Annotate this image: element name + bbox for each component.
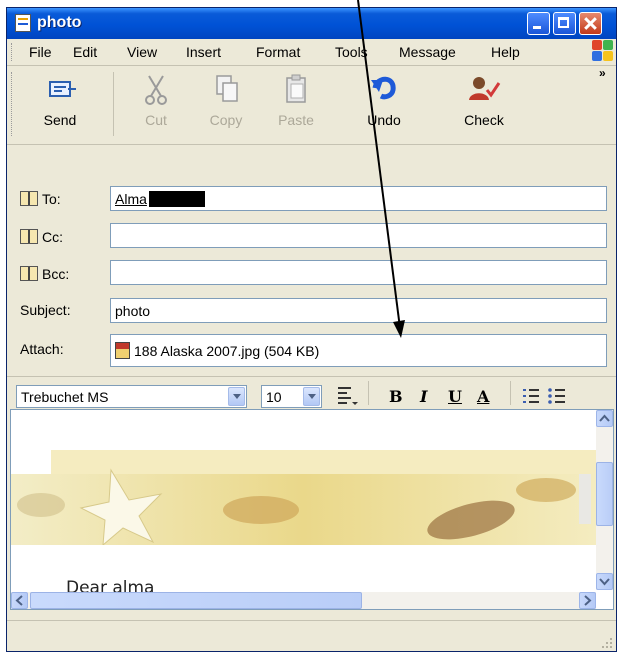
annotation-arrow [357,0,405,338]
